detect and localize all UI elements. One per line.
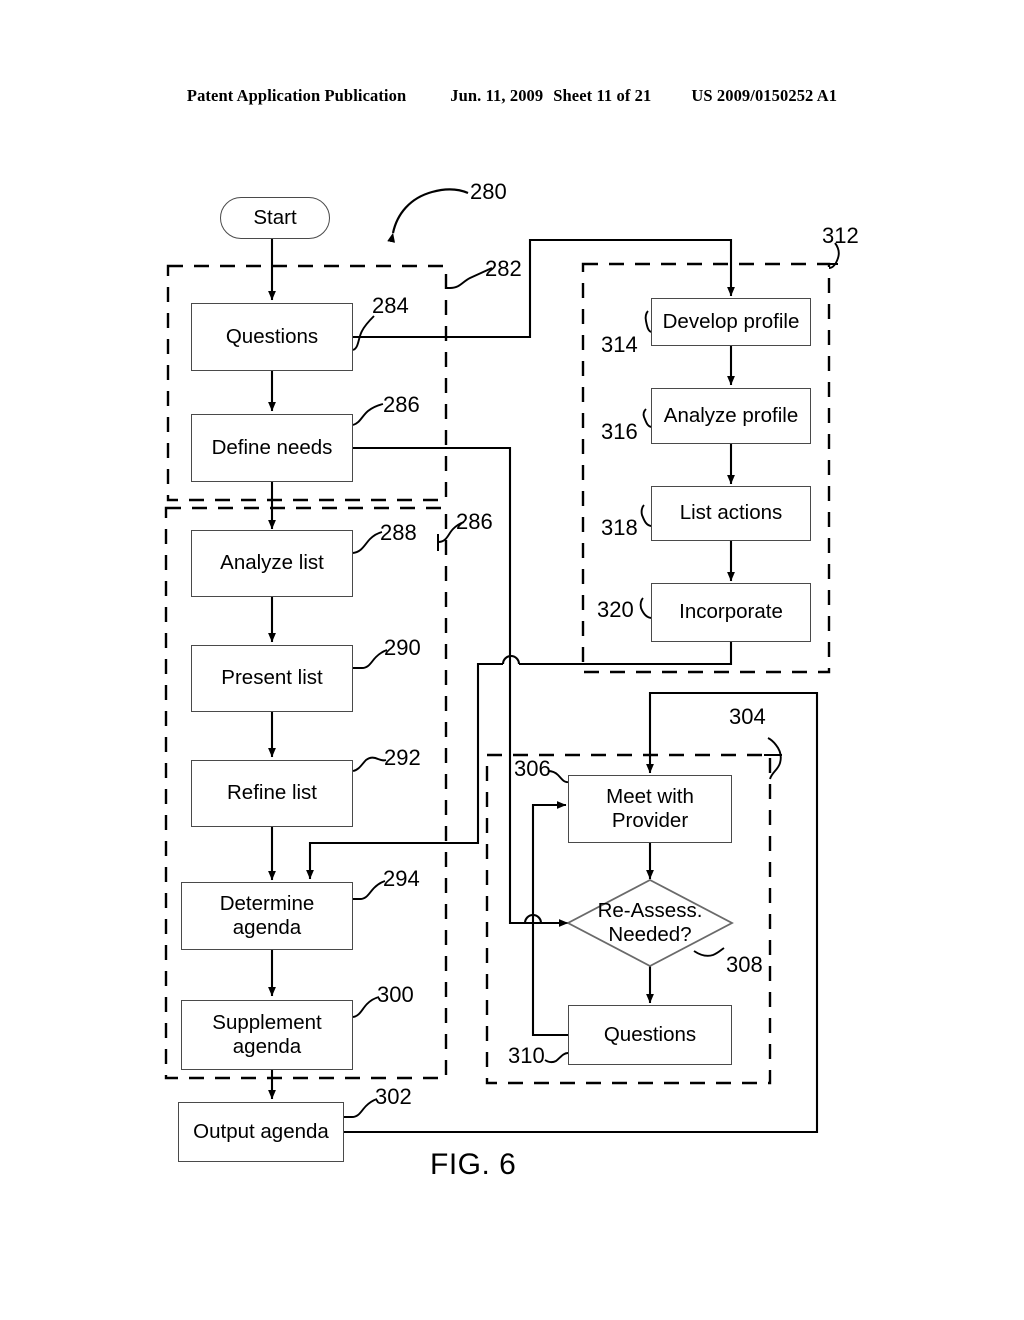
node-questions-label: Questions [225, 324, 319, 348]
patent-figure-page: Patent Application Publication Jun. 11, … [0, 0, 1024, 1320]
ref-294: 294 [383, 866, 420, 891]
node-analyze-list[interactable]: Analyze list [191, 530, 353, 597]
node-refine-list-label: Refine list [226, 781, 317, 805]
ref-292: 292 [384, 745, 421, 770]
ref-300: 300 [377, 982, 414, 1007]
node-present-list[interactable]: Present list [191, 645, 353, 712]
ref-308: 308 [726, 952, 763, 977]
ref-316: 316 [601, 419, 638, 444]
figure-drawing-layer [164, 188, 840, 1134]
ref-318: 318 [601, 515, 638, 540]
connector-questions2-to-meet [531, 801, 568, 1037]
ref-280: 280 [470, 179, 507, 204]
figure-caption: FIG. 6 [430, 1148, 517, 1181]
ref-286b: 286 [456, 509, 493, 534]
node-present-list-label: Present list [221, 666, 323, 690]
node-questions[interactable]: Questions [191, 303, 353, 371]
node-start-label: Start [253, 206, 297, 229]
node-supplement-agenda-label-line1: Supplement [212, 1010, 322, 1034]
node-output-agenda[interactable]: Output agenda [178, 1102, 344, 1162]
leader-302 [344, 1098, 378, 1118]
leader-310 [544, 1052, 569, 1064]
leader-308 [693, 947, 725, 957]
node-list-actions[interactable]: List actions [651, 486, 811, 541]
node-incorporate-label: Incorporate [679, 600, 783, 624]
leader-300 [352, 996, 380, 1018]
node-incorporate[interactable]: Incorporate [651, 583, 811, 642]
ref-312: 312 [822, 223, 859, 248]
leader-294 [353, 880, 386, 900]
connector-incorporate-return-a [519, 642, 733, 666]
ref-310: 310 [508, 1043, 545, 1068]
leader-292 [352, 756, 387, 772]
node-define-needs[interactable]: Define needs [191, 414, 353, 482]
decision-diamond-reassess [566, 878, 734, 968]
leader-290 [353, 649, 388, 669]
ref-290: 290 [384, 635, 421, 660]
ref-304: 304 [729, 704, 766, 729]
ref-284: 284 [372, 293, 409, 318]
leader-286a [352, 403, 384, 426]
node-list-actions-label: List actions [679, 501, 783, 525]
node-develop-profile-label: Develop profile [662, 309, 800, 333]
ref-282: 282 [485, 256, 522, 281]
node-meet-with-provider-label-line2: Provider [611, 809, 689, 832]
leader-306 [547, 770, 569, 784]
ref-302: 302 [375, 1084, 412, 1109]
node-start[interactable]: Start [220, 197, 330, 239]
ref-286a: 286 [383, 392, 420, 417]
node-refine-list[interactable]: Refine list [191, 760, 353, 827]
leader-284 [352, 315, 375, 351]
node-determine-agenda-label-line2: agenda [232, 916, 302, 939]
node-meet-with-provider[interactable]: Meet with Provider [568, 775, 732, 843]
node-analyze-profile-label: Analyze profile [663, 403, 799, 427]
node-supplement-agenda[interactable]: Supplement agenda [181, 1000, 353, 1070]
node-supplement-agenda-label-line2: agenda [232, 1035, 302, 1058]
ref-314: 314 [601, 332, 638, 357]
leader-280 [387, 188, 469, 243]
node-meet-with-provider-label-line1: Meet with [606, 784, 694, 808]
node-analyze-list-label: Analyze list [220, 551, 324, 575]
ref-320: 320 [597, 597, 634, 622]
node-analyze-profile[interactable]: Analyze profile [651, 388, 811, 444]
node-output-agenda-label: Output agenda [193, 1119, 329, 1143]
ref-306: 306 [514, 756, 551, 781]
node-develop-profile[interactable]: Develop profile [651, 298, 811, 346]
ref-288: 288 [380, 520, 417, 545]
node-determine-agenda[interactable]: Determine agenda [181, 882, 353, 950]
node-questions-2-label: Questions [603, 1022, 697, 1046]
node-define-needs-label: Define needs [211, 435, 333, 459]
connector-define-needs-down [353, 446, 512, 660]
node-determine-agenda-label-line1: Determine [219, 891, 315, 915]
node-questions-2[interactable]: Questions [568, 1005, 732, 1065]
leader-288 [352, 531, 383, 554]
